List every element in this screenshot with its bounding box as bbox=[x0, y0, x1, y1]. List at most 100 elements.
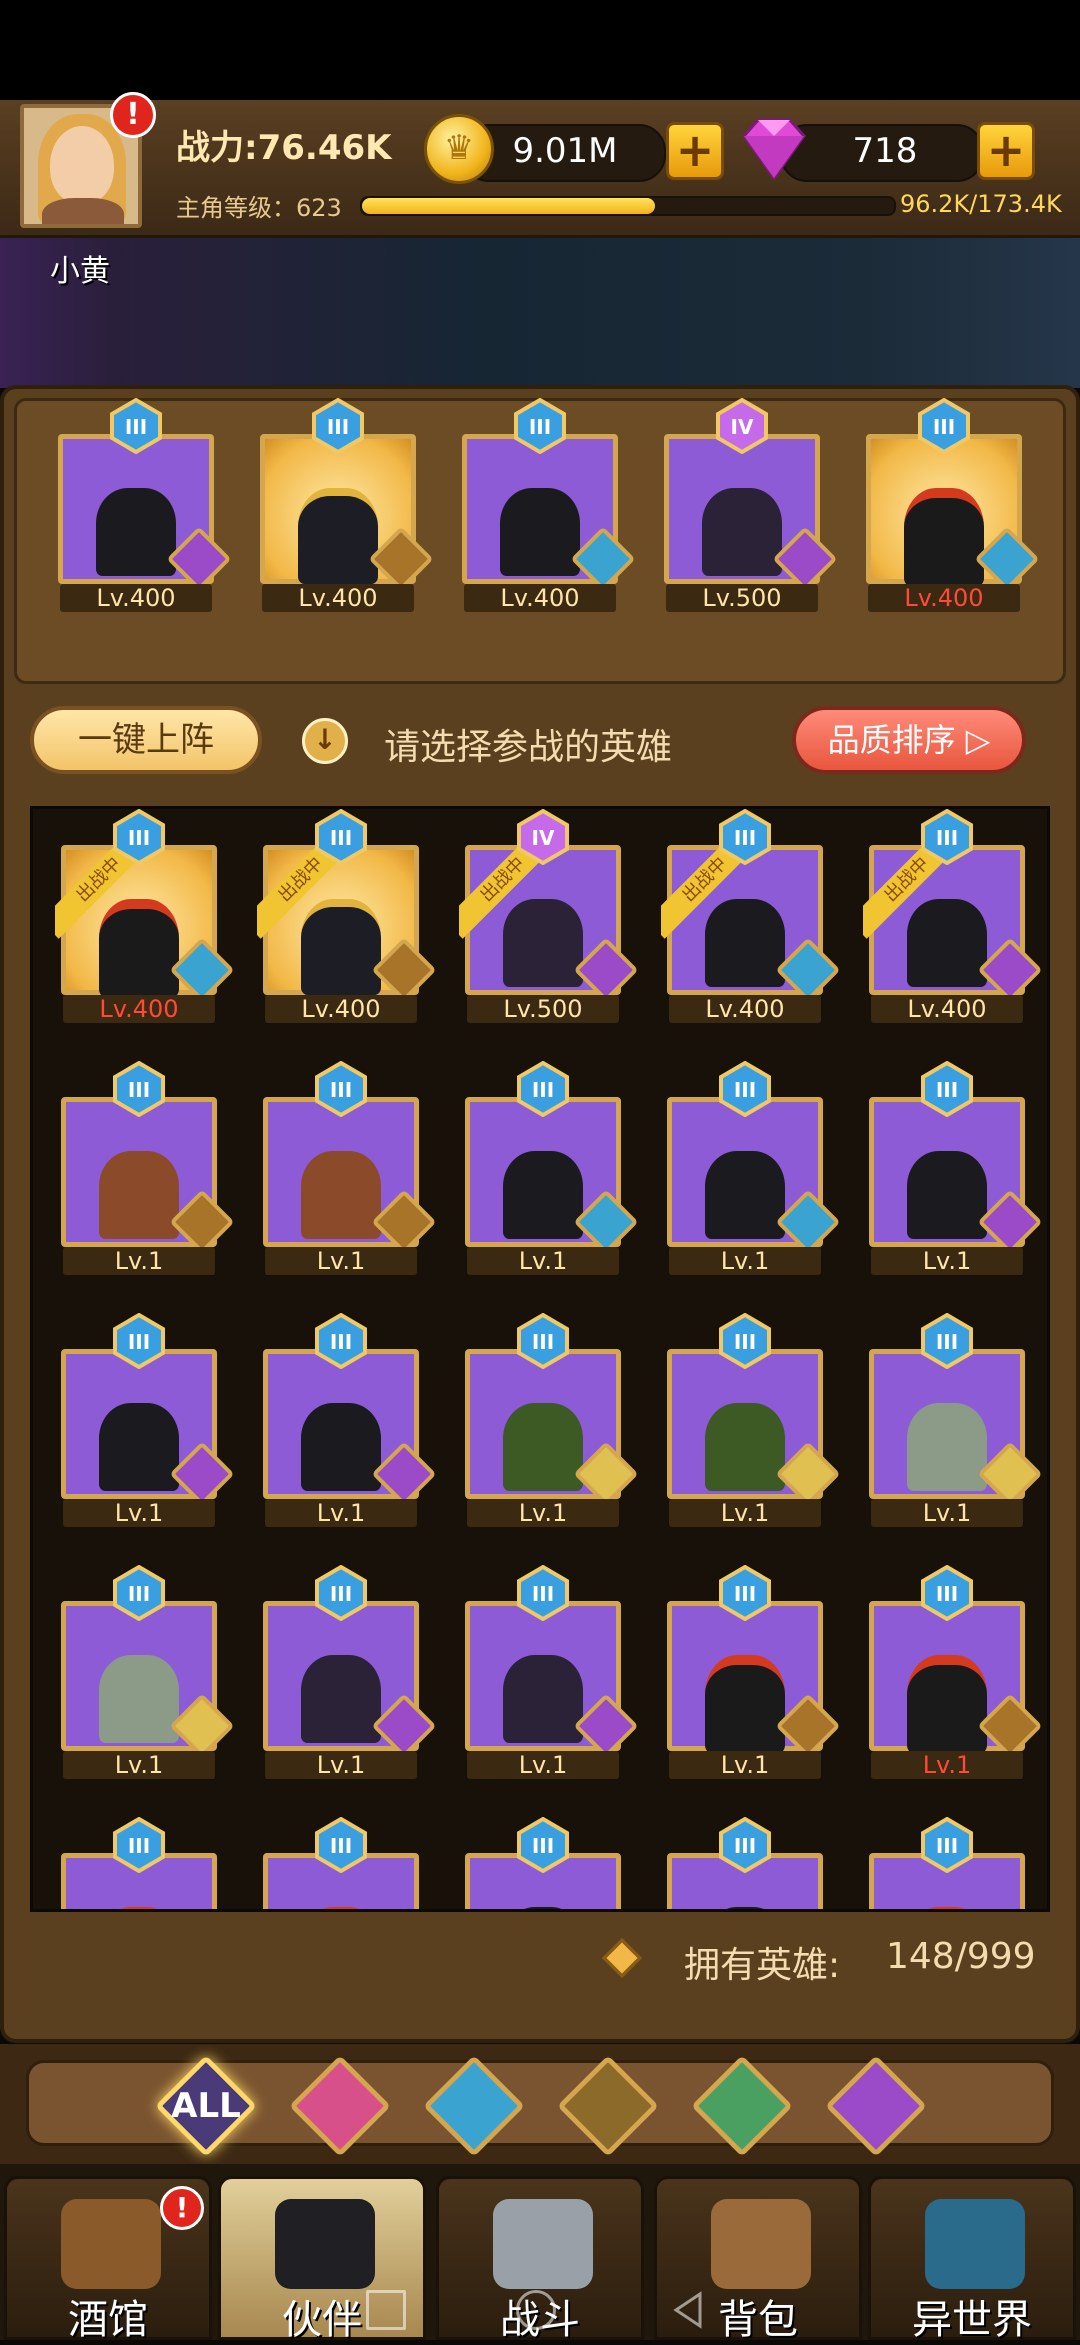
hero-figure bbox=[99, 1403, 179, 1491]
hero-list[interactable]: 出战中 III Lv.400 出战中 III Lv.400 出战中 IV Lv.500 出战中 II… bbox=[30, 806, 1050, 1912]
hero-card[interactable]: III Lv.1 bbox=[61, 1313, 235, 1527]
svg-text:III: III bbox=[330, 826, 352, 850]
filter-knight-button[interactable] bbox=[289, 2055, 391, 2157]
xp-text: 96.2K/173.4K bbox=[900, 190, 1062, 218]
hero-card[interactable]: III Lv.400 bbox=[58, 398, 232, 612]
hero-card[interactable]: III Lv.1 bbox=[465, 1061, 639, 1275]
hero-card[interactable]: III bbox=[263, 1817, 419, 1909]
svg-text:III: III bbox=[330, 1078, 352, 1102]
rank-badge-icon: III bbox=[719, 1061, 771, 1117]
hero-level: Lv.1 bbox=[114, 1499, 164, 1527]
rank-badge-icon: IV bbox=[517, 809, 569, 865]
gold-value: 9.01M bbox=[512, 131, 618, 171]
hero-figure bbox=[503, 1403, 583, 1491]
system-recents-icon[interactable] bbox=[366, 2290, 406, 2330]
svg-text:III: III bbox=[128, 1330, 150, 1354]
tavern-alert-badge: ! bbox=[160, 2186, 204, 2230]
rank-badge-icon: III bbox=[113, 1565, 165, 1621]
demon-faction-icon bbox=[825, 2055, 927, 2157]
hero-card[interactable]: III Lv.1 bbox=[465, 1565, 639, 1779]
hero-card[interactable]: III Lv.1 bbox=[869, 1565, 1043, 1779]
hero-card[interactable]: III Lv.1 bbox=[465, 1313, 639, 1527]
hero-card[interactable]: 出战中 III Lv.400 bbox=[257, 809, 437, 1023]
hero-card[interactable]: III Lv.1 bbox=[667, 1061, 841, 1275]
svg-text:III: III bbox=[734, 1330, 756, 1354]
hero-card[interactable]: III Lv.1 bbox=[869, 1061, 1043, 1275]
avatar-face bbox=[50, 126, 114, 204]
rank-badge-icon: III bbox=[921, 1061, 973, 1117]
svg-text:III: III bbox=[330, 1582, 352, 1606]
rank-badge-icon: III bbox=[315, 1817, 367, 1873]
hero-card[interactable]: III Lv.400 bbox=[866, 398, 1040, 612]
svg-text:III: III bbox=[734, 1834, 756, 1858]
hero-figure bbox=[705, 1403, 785, 1491]
portal-icon bbox=[925, 2199, 1025, 2289]
hero-card[interactable]: III Lv.1 bbox=[263, 1565, 437, 1779]
svg-text:III: III bbox=[936, 1582, 958, 1606]
filter-all-button[interactable]: ALL bbox=[155, 2055, 257, 2157]
hero-card[interactable]: IV Lv.500 bbox=[664, 398, 838, 612]
hero-level: Lv.400 bbox=[99, 995, 179, 1023]
hero-card[interactable]: III Lv.400 bbox=[462, 398, 636, 612]
system-back-icon[interactable] bbox=[668, 2290, 708, 2330]
hero-card[interactable]: 出战中 III Lv.400 bbox=[661, 809, 841, 1023]
hero-level: Lv.1 bbox=[316, 1247, 366, 1275]
hero-card[interactable]: III Lv.1 bbox=[263, 1313, 437, 1527]
fish-faction-icon bbox=[423, 2055, 525, 2157]
hero-figure bbox=[99, 1655, 179, 1743]
hero-figure bbox=[503, 1655, 583, 1743]
svg-text:III: III bbox=[532, 1330, 554, 1354]
down-arrow-icon: ↓ bbox=[302, 718, 348, 764]
hero-level: Lv.1 bbox=[720, 1247, 770, 1275]
hero-level: Lv.500 bbox=[702, 584, 782, 612]
hero-card[interactable]: III Lv.1 bbox=[667, 1313, 841, 1527]
hero-level: Lv.400 bbox=[705, 995, 785, 1023]
hero-level: Lv.1 bbox=[720, 1751, 770, 1779]
system-home-icon[interactable] bbox=[516, 2290, 556, 2330]
rank-badge-icon: III bbox=[315, 809, 367, 865]
owned-heroes-count: 148/999 bbox=[886, 1936, 1036, 1977]
nav-tab-otherworld[interactable]: 异世界 bbox=[868, 2176, 1076, 2343]
hero-level: Lv.400 bbox=[301, 995, 381, 1023]
hero-card[interactable]: III Lv.1 bbox=[869, 1313, 1043, 1527]
hero-card[interactable]: III bbox=[465, 1817, 621, 1909]
hero-figure bbox=[907, 1403, 987, 1491]
svg-text:IV: IV bbox=[731, 415, 754, 439]
svg-text:III: III bbox=[734, 826, 756, 850]
hero-level: Lv.1 bbox=[720, 1499, 770, 1527]
auto-deploy-button[interactable]: 一键上阵 bbox=[30, 706, 262, 774]
add-gem-button[interactable]: + bbox=[977, 122, 1035, 180]
hero-card[interactable]: 出战中 III Lv.400 bbox=[55, 809, 235, 1023]
hero-card[interactable]: III bbox=[869, 1817, 1025, 1909]
hero-figure bbox=[702, 488, 782, 576]
rank-badge-icon: III bbox=[921, 1565, 973, 1621]
rank-badge-icon: III bbox=[517, 1061, 569, 1117]
player-level: 主角等级：623 bbox=[176, 194, 342, 222]
nav-otherworld-label: 异世界 bbox=[912, 2297, 1032, 2343]
quality-sort-button[interactable]: 品质排序 ▷ bbox=[792, 706, 1026, 774]
hero-card[interactable]: 出战中 IV Lv.500 bbox=[459, 809, 639, 1023]
hero-level: Lv.500 bbox=[503, 995, 583, 1023]
hero-card[interactable]: III Lv.1 bbox=[61, 1061, 235, 1275]
rank-badge-icon: III bbox=[918, 398, 970, 454]
add-gold-button[interactable]: + bbox=[666, 122, 724, 180]
hero-card[interactable]: III Lv.400 bbox=[260, 398, 434, 612]
hero-card[interactable]: III bbox=[667, 1817, 823, 1909]
hero-card[interactable]: 出战中 III Lv.400 bbox=[863, 809, 1043, 1023]
hero-level: Lv.1 bbox=[518, 1247, 568, 1275]
rank-badge-icon: III bbox=[514, 398, 566, 454]
filter-elf-button[interactable] bbox=[691, 2055, 793, 2157]
svg-text:III: III bbox=[529, 415, 551, 439]
hero-level: Lv.1 bbox=[922, 1499, 972, 1527]
filter-fish-button[interactable] bbox=[423, 2055, 525, 2157]
hero-card[interactable]: III bbox=[61, 1817, 217, 1909]
player-name: 小黄 bbox=[50, 254, 110, 289]
play-arrow-icon: ▷ bbox=[965, 721, 991, 759]
hero-card[interactable]: III Lv.1 bbox=[61, 1565, 235, 1779]
hero-card[interactable]: III Lv.1 bbox=[263, 1061, 437, 1275]
filter-demon-button[interactable] bbox=[825, 2055, 927, 2157]
filter-lion-button[interactable] bbox=[557, 2055, 659, 2157]
rank-badge-icon: III bbox=[719, 1313, 771, 1369]
hero-level: Lv.400 bbox=[907, 995, 987, 1023]
hero-card[interactable]: III Lv.1 bbox=[667, 1565, 841, 1779]
